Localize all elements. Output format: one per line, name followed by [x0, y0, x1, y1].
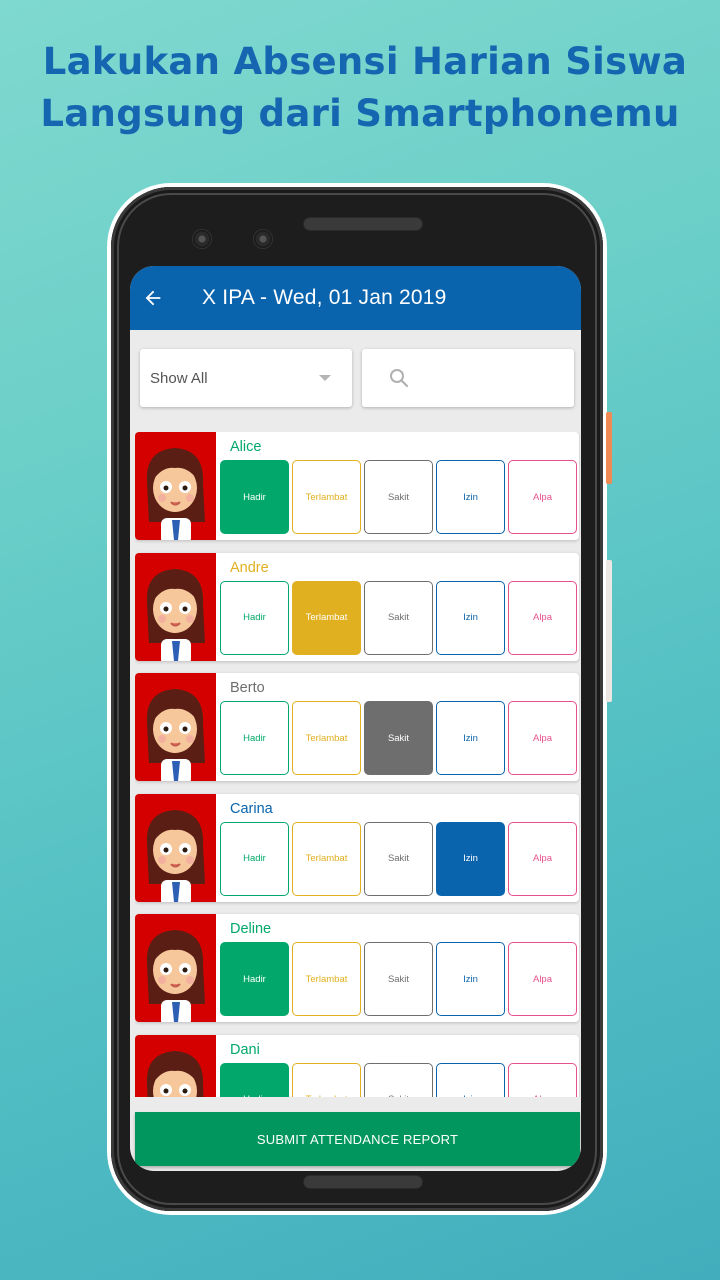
status-option-hadir[interactable]: Hadir	[220, 580, 289, 655]
promo-line-1: Lakukan Absensi Harian Siswa	[42, 40, 688, 83]
status-option-terlambat[interactable]: Terlambat	[292, 942, 361, 1017]
promo-headline: Lakukan Absensi Harian Siswa Langsung da…	[0, 36, 720, 140]
status-option-izin[interactable]: Izin	[436, 1062, 505, 1097]
status-option-sakit[interactable]: Sakit	[364, 821, 433, 896]
student-card-body: Dani HadirTerlambatSakitIzinAlpa	[216, 1035, 579, 1097]
student-card-body: Carina Hadir Terlambat Sakit Izin Alpa	[216, 794, 579, 902]
power-button	[606, 412, 612, 484]
volume-button	[606, 560, 612, 702]
student-avatar	[135, 673, 216, 782]
status-option-alpa[interactable]: Alpa	[508, 701, 577, 776]
app-bar: X IPA - Wed, 01 Jan 2019	[130, 266, 581, 330]
student-list[interactable]: Alice Hadir Terlambat Sakit Izin Alpa Andre Ha…	[135, 432, 580, 1097]
status-option-sakit[interactable]: Sakit	[364, 1062, 433, 1097]
status-option-alpa[interactable]: Alpa	[508, 460, 577, 534]
status-option-sakit[interactable]: Sakit	[364, 580, 433, 655]
status-option-hadir[interactable]: Hadir	[220, 942, 289, 1017]
earpiece-speaker	[304, 218, 422, 230]
attendance-options: HadirTerlambatSakitIzinAlpa	[220, 580, 577, 655]
student-name: Andre	[230, 559, 269, 576]
student-avatar	[135, 793, 216, 902]
student-card-body: Deline Hadir Terlambat Sakit Izin Alpa	[216, 914, 579, 1022]
student-card-body: Alice Hadir Terlambat Sakit Izin Alpa	[216, 432, 579, 540]
student-avatar	[135, 552, 216, 661]
back-button[interactable]	[130, 266, 176, 330]
student-name: Berto	[230, 680, 265, 697]
status-option-hadir[interactable]: Hadir	[220, 821, 289, 896]
status-option-alpa[interactable]: Alpa	[508, 580, 577, 655]
arrow-left-icon	[145, 290, 161, 306]
status-option-terlambat[interactable]: Terlambat	[292, 701, 361, 776]
front-camera-icon	[193, 230, 211, 248]
status-option-hadir[interactable]: Hadir	[220, 460, 289, 534]
page-title: X IPA - Wed, 01 Jan 2019	[202, 286, 447, 309]
status-option-alpa[interactable]: Alpa	[508, 821, 577, 896]
status-option-izin[interactable]: Izin	[436, 460, 505, 534]
student-card: Alice Hadir Terlambat Sakit Izin Alpa	[135, 432, 579, 540]
status-option-alpa[interactable]: Alpa	[508, 1062, 577, 1097]
bottom-speaker	[304, 1176, 422, 1188]
student-name: Carina	[230, 800, 273, 817]
student-avatar	[135, 1034, 216, 1097]
student-card: Dani HadirTerlambatSakitIzinAlpa	[135, 1034, 579, 1097]
attendance-options: HadirTerlambatSakitIzinAlpa	[220, 460, 577, 534]
search-icon	[390, 369, 409, 388]
app-screen: X IPA - Wed, 01 Jan 2019 Show All Alice H…	[130, 266, 581, 1171]
status-option-alpa[interactable]: Alpa	[508, 942, 577, 1017]
student-card: Deline Hadir Terlambat Sakit Izin Alpa	[135, 914, 579, 1023]
status-option-izin[interactable]: Izin	[436, 580, 505, 655]
dropdown-selected-value: Show All	[150, 369, 208, 387]
status-option-sakit[interactable]: Sakit	[364, 942, 433, 1017]
status-option-izin[interactable]: Izin	[436, 821, 505, 896]
status-option-hadir[interactable]: Hadir	[220, 701, 289, 776]
status-option-sakit[interactable]: Sakit	[364, 460, 433, 534]
student-card-body: Andre Hadir Terlambat Sakit Izin Alpa	[216, 553, 579, 661]
attendance-options: HadirTerlambatSakitIzinAlpa	[220, 701, 577, 776]
caret-down-icon	[319, 375, 331, 381]
status-filter-dropdown[interactable]: Show All	[140, 349, 352, 407]
filter-bar: Show All	[140, 349, 574, 407]
status-option-terlambat[interactable]: Terlambat	[292, 580, 361, 655]
student-avatar	[135, 432, 216, 540]
attendance-options: HadirTerlambatSakitIzinAlpa	[220, 1062, 577, 1097]
status-option-terlambat[interactable]: Terlambat	[292, 821, 361, 896]
sensor-icon	[254, 230, 272, 248]
student-card: Andre Hadir Terlambat Sakit Izin Alpa	[135, 552, 579, 661]
student-avatar	[135, 914, 216, 1023]
status-option-terlambat[interactable]: Terlambat	[292, 1062, 361, 1097]
status-option-izin[interactable]: Izin	[436, 701, 505, 776]
student-card: Berto Hadir Terlambat Sakit Izin Alpa	[135, 673, 579, 782]
search-input[interactable]	[362, 349, 574, 407]
student-name: Deline	[230, 921, 272, 938]
submit-attendance-button[interactable]: SUBMIT ATTENDANCE REPORT	[135, 1112, 580, 1166]
status-option-hadir[interactable]: Hadir	[220, 1062, 289, 1097]
student-name: Dani	[230, 1041, 260, 1058]
student-card-body: Berto Hadir Terlambat Sakit Izin Alpa	[216, 673, 579, 781]
status-option-izin[interactable]: Izin	[436, 942, 505, 1017]
status-option-sakit[interactable]: Sakit	[364, 701, 433, 776]
status-option-terlambat[interactable]: Terlambat	[292, 460, 361, 534]
attendance-options: HadirTerlambatSakitIzinAlpa	[220, 942, 577, 1017]
student-name: Alice	[230, 439, 262, 455]
promo-line-2: Langsung dari Smartphonemu	[40, 92, 680, 135]
student-card: Carina Hadir Terlambat Sakit Izin Alpa	[135, 793, 579, 902]
attendance-options: HadirTerlambatSakitIzinAlpa	[220, 821, 577, 896]
